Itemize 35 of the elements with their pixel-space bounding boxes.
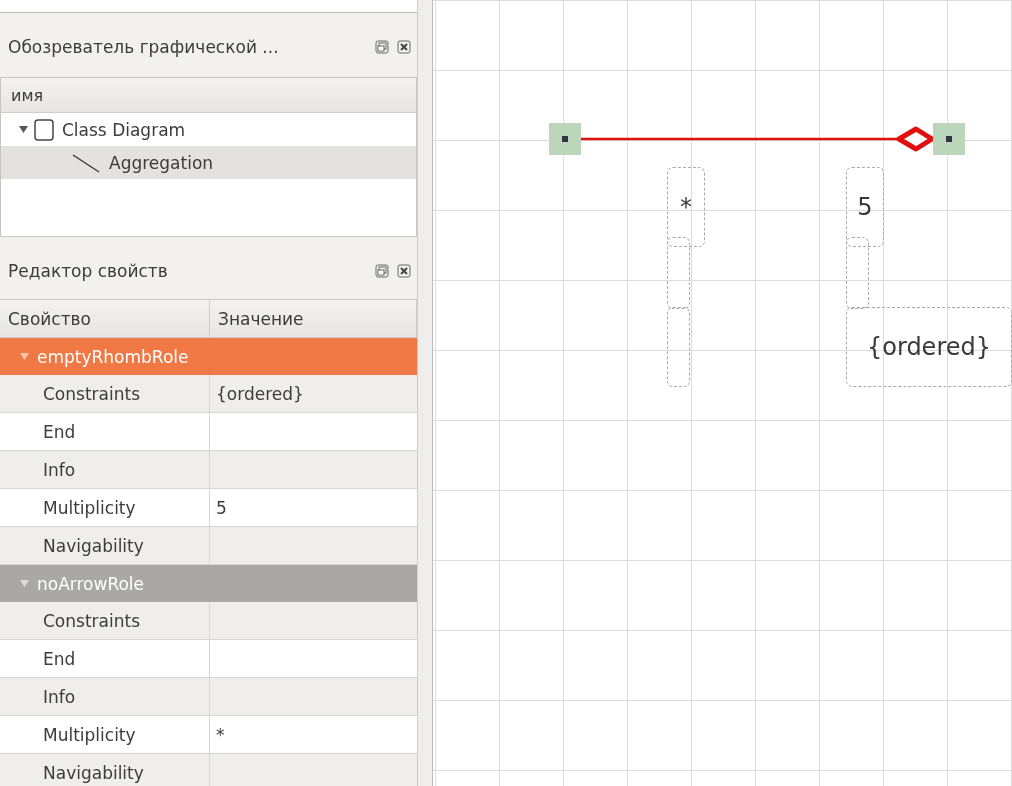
panel-title: Редактор свойств <box>8 261 169 281</box>
property-name: Navigability <box>43 762 144 783</box>
float-icon[interactable] <box>375 40 389 54</box>
property-value[interactable]: 5 <box>216 497 227 518</box>
property-name: Constraints <box>43 383 140 404</box>
multiplicity-label[interactable]: * <box>667 167 705 247</box>
property-name: End <box>43 648 76 669</box>
property-name: Constraints <box>43 610 140 631</box>
class-diagram-icon <box>34 118 54 141</box>
endpoint-handle[interactable] <box>933 123 965 155</box>
property-name: Navigability <box>43 535 144 556</box>
close-icon[interactable] <box>397 40 411 54</box>
property-name: Info <box>43 459 76 480</box>
constraint-label-box[interactable] <box>667 307 690 387</box>
float-icon[interactable] <box>375 264 389 278</box>
tree-item[interactable]: Class Diagram <box>60 119 188 140</box>
property-name: End <box>43 421 76 442</box>
expand-arrow-icon[interactable] <box>19 125 28 134</box>
column-header[interactable]: Значение <box>210 300 417 337</box>
constraint-label[interactable]: {ordered} <box>846 307 1012 387</box>
panel-title: Обозреватель графической ... <box>8 37 280 57</box>
property-name: Multiplicity <box>43 497 136 518</box>
tree-item[interactable]: Aggregation <box>107 152 216 173</box>
endpoint-handle[interactable] <box>549 123 581 155</box>
role-label-box[interactable] <box>846 237 869 309</box>
column-header[interactable]: Свойство <box>0 300 210 337</box>
property-name: Info <box>43 686 76 707</box>
property-value[interactable]: * <box>216 724 225 745</box>
aggregation-line[interactable] <box>581 126 935 152</box>
role-label-box[interactable] <box>667 237 690 309</box>
property-name: Multiplicity <box>43 724 136 745</box>
column-header[interactable]: имя <box>11 85 44 105</box>
property-value[interactable]: {ordered} <box>216 383 304 404</box>
close-icon[interactable] <box>397 264 411 278</box>
multiplicity-label[interactable]: 5 <box>846 167 884 247</box>
